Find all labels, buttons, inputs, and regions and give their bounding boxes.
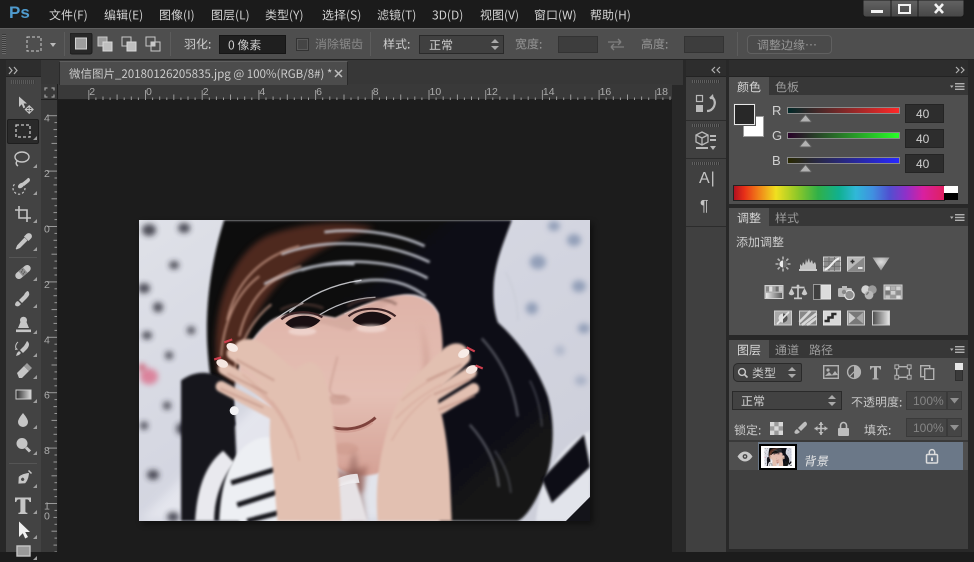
svg-text:2: 2: [89, 86, 95, 98]
svg-text:14: 14: [543, 86, 555, 98]
svg-text:4: 4: [44, 334, 50, 346]
svg-text:0: 0: [44, 224, 50, 236]
svg-text:2: 2: [44, 168, 50, 180]
svg-text:10: 10: [430, 86, 442, 98]
svg-text:2: 2: [44, 279, 50, 291]
svg-text:18: 18: [656, 86, 668, 98]
svg-text:6: 6: [316, 86, 322, 98]
svg-text:6: 6: [44, 390, 50, 402]
svg-text:4: 4: [259, 86, 265, 98]
svg-text:8: 8: [44, 445, 50, 457]
svg-text:8: 8: [373, 86, 379, 98]
svg-text:0: 0: [44, 511, 50, 523]
svg-text:0: 0: [146, 86, 152, 98]
svg-text:4: 4: [44, 113, 50, 125]
svg-text:12: 12: [486, 86, 498, 98]
svg-text:16: 16: [600, 86, 612, 98]
svg-text:2: 2: [203, 86, 209, 98]
